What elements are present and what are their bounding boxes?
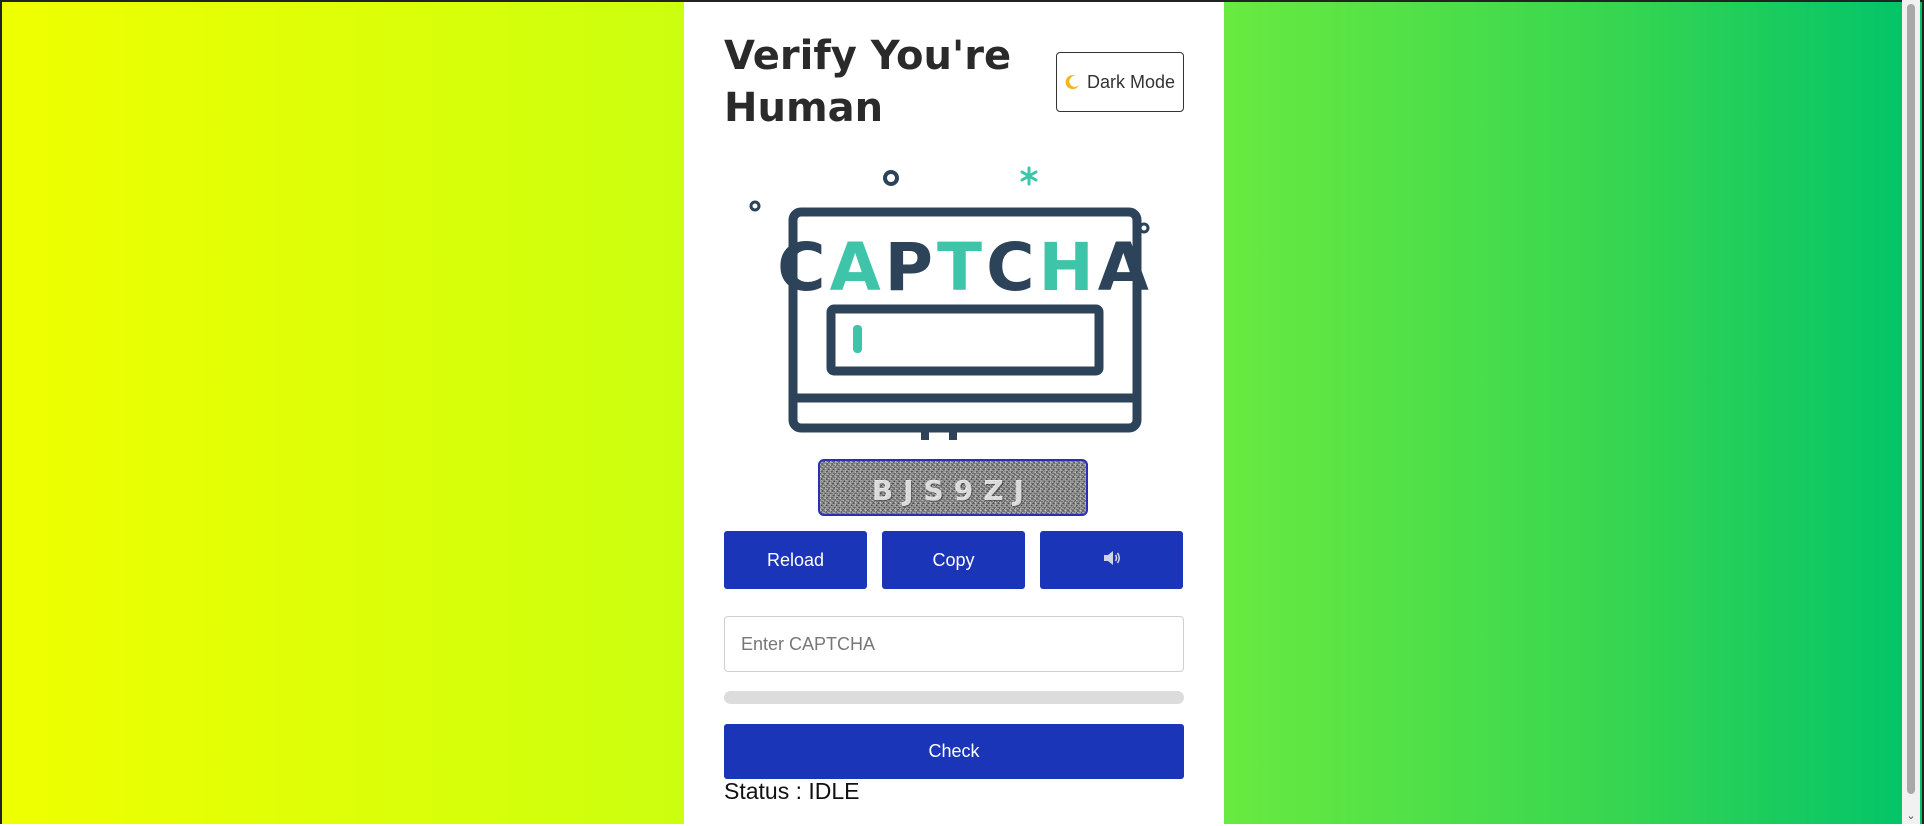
captcha-image: BJS9ZJ (818, 459, 1088, 516)
status-text: Status : IDLE (724, 778, 860, 804)
page-title: Verify You're Human (724, 33, 1012, 131)
reload-button[interactable]: Reload (724, 531, 867, 589)
speaker-icon (1102, 550, 1122, 571)
captcha-illustration: CAPTCHA (739, 162, 1169, 442)
page-background: Verify You're Human Dark Mode CAPTCHA BJ… (0, 0, 1924, 826)
captcha-word: CAPTCHA (777, 229, 1153, 306)
scrollbar-thumb[interactable] (1907, 4, 1915, 794)
captcha-card: Verify You're Human Dark Mode CAPTCHA BJ… (684, 2, 1224, 826)
audio-button[interactable] (1040, 531, 1183, 589)
captcha-input[interactable] (724, 616, 1184, 672)
copy-button[interactable]: Copy (882, 531, 1025, 589)
captcha-actions: Reload Copy (724, 531, 1184, 589)
check-button[interactable]: Check (724, 724, 1184, 779)
scrollbar[interactable]: ⌄ (1902, 0, 1920, 824)
moon-icon (1065, 73, 1081, 90)
captcha-code: BJS9ZJ (871, 474, 1035, 507)
dark-mode-button[interactable]: Dark Mode (1056, 52, 1184, 112)
dark-mode-label: Dark Mode (1086, 72, 1176, 92)
progress-bar (724, 691, 1184, 704)
scroll-down-icon[interactable]: ⌄ (1905, 810, 1917, 822)
